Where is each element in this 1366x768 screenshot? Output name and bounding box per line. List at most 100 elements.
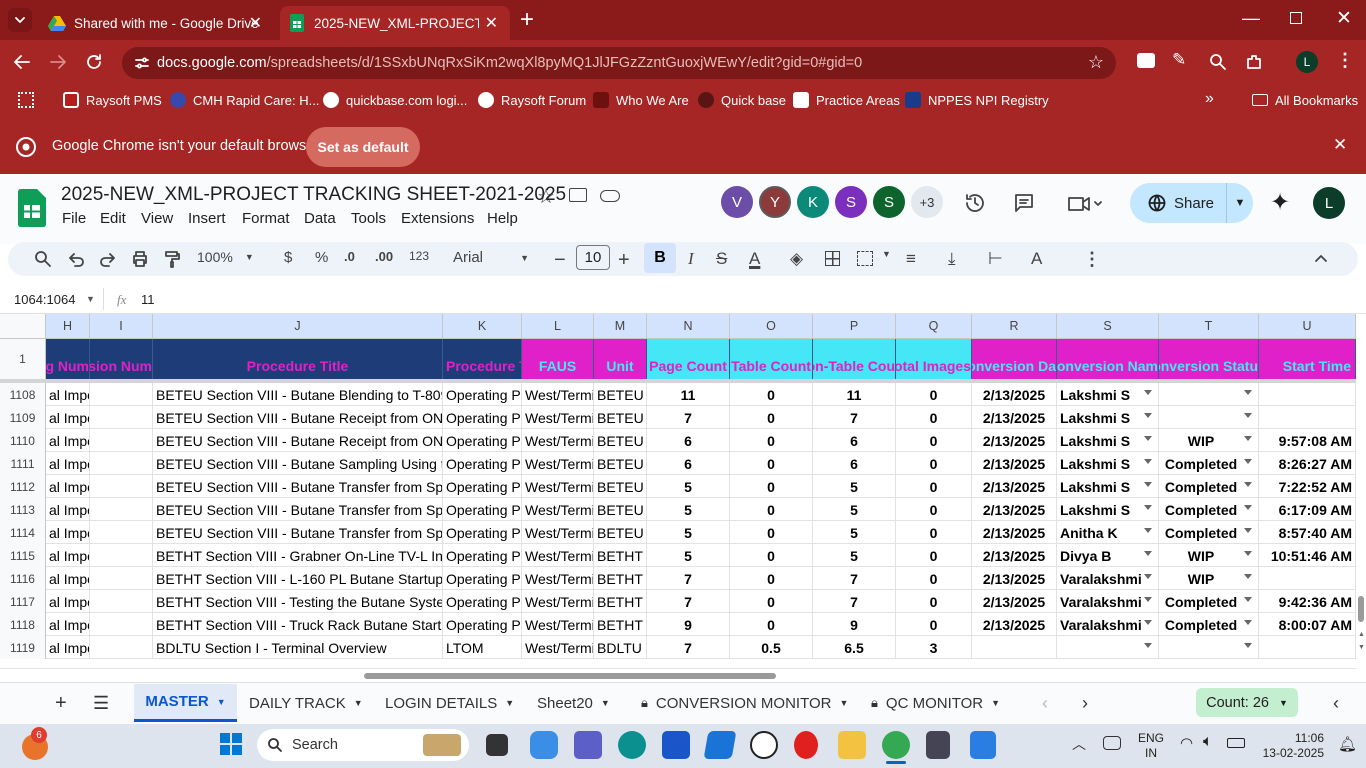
cell-table-count[interactable]: 0 bbox=[730, 613, 813, 636]
all-bookmarks[interactable]: All Bookmarks bbox=[1252, 84, 1358, 116]
paint-format-icon[interactable] bbox=[163, 250, 181, 268]
dropdown-chip-arrow-icon[interactable] bbox=[1144, 551, 1152, 556]
horizontal-align-icon[interactable]: ≡ bbox=[906, 249, 916, 269]
format-currency-button[interactable]: $ bbox=[284, 249, 292, 266]
name-box-dropdown-icon[interactable]: ▼ bbox=[86, 294, 95, 304]
cell-conversion-name[interactable]: Lakshmi S bbox=[1057, 498, 1159, 521]
column-header-p[interactable]: P bbox=[813, 314, 896, 338]
formula-input[interactable]: 11 bbox=[141, 292, 155, 307]
collapse-menus-icon[interactable] bbox=[1313, 250, 1329, 266]
forward-icon[interactable] bbox=[49, 53, 67, 71]
vertical-scrollbar[interactable]: ▲ ▼ bbox=[1356, 314, 1366, 670]
cell-total-images[interactable]: 0 bbox=[896, 406, 972, 429]
more-formats-button[interactable]: 123 bbox=[409, 249, 429, 263]
dropdown-chip-arrow-icon[interactable] bbox=[1144, 482, 1152, 487]
extension-icon[interactable] bbox=[1137, 53, 1155, 68]
cell-faus[interactable]: West/Termi bbox=[522, 452, 594, 475]
cell-i[interactable] bbox=[90, 452, 153, 475]
cell-faus[interactable]: West/Termi bbox=[522, 521, 594, 544]
header-cell[interactable]: Procedure T bbox=[443, 339, 522, 379]
undo-icon[interactable] bbox=[67, 250, 85, 268]
cell-non-table-count[interactable]: 5 bbox=[813, 521, 896, 544]
strikethrough-button[interactable]: S bbox=[716, 249, 727, 269]
menu-insert[interactable]: Insert bbox=[188, 210, 226, 227]
cell-unit[interactable]: BETEU bbox=[594, 429, 647, 452]
cell-faus[interactable]: West/Termi bbox=[522, 613, 594, 636]
cell-h[interactable]: al Impor bbox=[46, 521, 90, 544]
cell-non-table-count[interactable]: 5 bbox=[813, 498, 896, 521]
cell-table-count[interactable]: 0 bbox=[730, 567, 813, 590]
file-explorer-icon[interactable] bbox=[838, 731, 866, 759]
row-number[interactable]: 1108 bbox=[0, 383, 46, 406]
cell-i[interactable] bbox=[90, 383, 153, 406]
format-percent-button[interactable]: % bbox=[315, 249, 328, 266]
dropdown-chip-arrow-icon[interactable] bbox=[1144, 436, 1152, 441]
cell-non-table-count[interactable]: 6.5 bbox=[813, 636, 896, 659]
cell-conversion-date[interactable]: 2/13/2025 bbox=[972, 567, 1057, 590]
cell-conversion-status[interactable]: WIP bbox=[1159, 429, 1259, 452]
cell-table-count[interactable]: 0 bbox=[730, 498, 813, 521]
header-cell[interactable]: g Num bbox=[46, 339, 90, 379]
cell-non-table-count[interactable]: 11 bbox=[813, 383, 896, 406]
cell-start-time[interactable]: 10:51:46 AM bbox=[1259, 544, 1356, 567]
italic-button[interactable]: I bbox=[688, 249, 694, 269]
bookmark-who-we-are[interactable]: Who We Are bbox=[593, 84, 689, 116]
cell-h[interactable]: al Impor bbox=[46, 636, 90, 659]
dropdown-chip-arrow-icon[interactable] bbox=[1244, 482, 1252, 487]
header-cell[interactable]: Total Images bbox=[896, 339, 972, 379]
cell-start-time[interactable] bbox=[1259, 383, 1356, 406]
cell-page-count[interactable]: 5 bbox=[647, 521, 730, 544]
scroll-tabs-left-icon[interactable]: ‹ bbox=[1042, 684, 1048, 722]
sheet-tab-daily-track[interactable]: DAILY TRACK ▼ bbox=[249, 684, 363, 722]
cell-h[interactable]: al Impor bbox=[46, 383, 90, 406]
cell-conversion-status[interactable]: WIP bbox=[1159, 567, 1259, 590]
cell-procedure-type[interactable]: Operating Pr bbox=[443, 475, 522, 498]
cell-procedure-type[interactable]: Operating Pr bbox=[443, 521, 522, 544]
pen-icon[interactable]: ✎ bbox=[1172, 50, 1186, 70]
cell-faus[interactable]: West/Termi bbox=[522, 383, 594, 406]
cell-total-images[interactable]: 0 bbox=[896, 521, 972, 544]
opera-icon[interactable] bbox=[794, 731, 818, 759]
show-hidden-icons[interactable]: ︿ bbox=[1072, 734, 1086, 754]
cell-unit[interactable]: BETHT bbox=[594, 544, 647, 567]
cell-procedure-title[interactable]: BETEU Section VIII - Butane Transfer fro… bbox=[153, 498, 443, 521]
header-cell[interactable]: onversion Da bbox=[972, 339, 1057, 379]
cell-conversion-status[interactable]: Completed bbox=[1159, 475, 1259, 498]
cell-start-time[interactable]: 6:17:09 AM bbox=[1259, 498, 1356, 521]
address-bar[interactable]: docs.google.com/spreadsheets/d/1SSxbUNqR… bbox=[122, 47, 1116, 79]
borders-icon[interactable] bbox=[825, 251, 840, 266]
text-wrap-icon[interactable]: ⊢ bbox=[988, 249, 1003, 269]
cell-i[interactable] bbox=[90, 613, 153, 636]
cell-conversion-date[interactable]: 2/13/2025 bbox=[972, 406, 1057, 429]
cell-conversion-name[interactable]: Varalakshmi bbox=[1057, 613, 1159, 636]
dropdown-chip-arrow-icon[interactable] bbox=[1244, 528, 1252, 533]
header-cell[interactable]: Start Time bbox=[1259, 339, 1356, 379]
site-settings-icon[interactable] bbox=[134, 55, 150, 71]
text-rotation-icon[interactable]: A bbox=[1031, 249, 1042, 269]
column-header-q[interactable]: Q bbox=[896, 314, 972, 338]
cell-non-table-count[interactable]: 7 bbox=[813, 406, 896, 429]
dropdown-chip-arrow-icon[interactable] bbox=[1244, 436, 1252, 441]
tab-spreadsheet[interactable]: 2025-NEW_XML-PROJECT TRAC ✕ bbox=[280, 6, 510, 40]
cell-total-images[interactable]: 0 bbox=[896, 590, 972, 613]
dropdown-arrow-icon[interactable]: ▼ bbox=[882, 249, 891, 259]
cell-total-images[interactable]: 0 bbox=[896, 475, 972, 498]
close-infobar-icon[interactable]: ✕ bbox=[1333, 135, 1347, 155]
cell-non-table-count[interactable]: 6 bbox=[813, 429, 896, 452]
cell-start-time[interactable] bbox=[1259, 406, 1356, 429]
minimize-icon[interactable]: — bbox=[1242, 8, 1260, 29]
cell-i[interactable] bbox=[90, 590, 153, 613]
cell-procedure-title[interactable]: BETHT Section VIII - L-160 PL Butane Sta… bbox=[153, 567, 443, 590]
column-header-n[interactable]: N bbox=[647, 314, 730, 338]
extensions-puzzle-icon[interactable] bbox=[1245, 53, 1263, 71]
gemini-spark-icon[interactable]: ✦ bbox=[1270, 188, 1290, 217]
cell-faus[interactable]: West/Termi bbox=[522, 429, 594, 452]
cell-page-count[interactable]: 7 bbox=[647, 590, 730, 613]
merge-cells-icon[interactable] bbox=[857, 251, 873, 266]
cell-conversion-status[interactable]: Completed bbox=[1159, 498, 1259, 521]
cell-conversion-name[interactable]: Lakshmi S bbox=[1057, 452, 1159, 475]
back-icon[interactable] bbox=[13, 53, 31, 71]
header-cell[interactable]: FAUS bbox=[522, 339, 594, 379]
cell-conversion-name[interactable]: Varalakshmi bbox=[1057, 590, 1159, 613]
cell-i[interactable] bbox=[90, 475, 153, 498]
